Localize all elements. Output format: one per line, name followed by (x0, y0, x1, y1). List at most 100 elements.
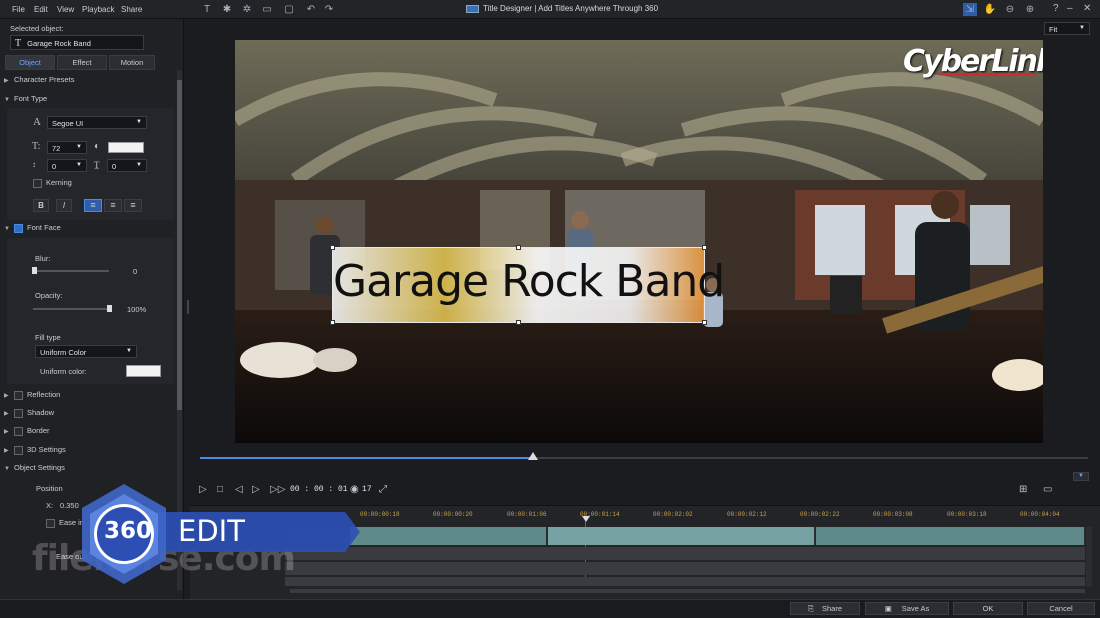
char-spacing-dropdown[interactable]: 0 ▼ (107, 159, 147, 172)
timeline-ruler[interactable]: 00:00:00:18 00:00:00:20 00:00:01:06 00:0… (285, 507, 1085, 519)
x-value: 0.350 (60, 501, 79, 510)
menu-playback[interactable]: Playback (82, 5, 114, 14)
timeline-hscroll[interactable] (290, 589, 1085, 593)
zoom-out-icon[interactable]: ⊖ (1003, 3, 1017, 16)
help-icon[interactable]: ? (1053, 3, 1059, 14)
panorama-scene (235, 40, 1043, 443)
insert-particle-icon[interactable]: ✱ (220, 3, 234, 16)
chevron-down-icon: ▼ (76, 144, 82, 150)
border-checkbox[interactable] (14, 426, 23, 436)
section-object-settings[interactable]: ▼ Object Settings (4, 460, 176, 476)
redo-icon[interactable]: ↷ (322, 3, 336, 16)
section-reflection[interactable]: ▶ Reflection (4, 387, 176, 403)
ok-button[interactable]: OK (953, 602, 1023, 615)
scrollbar-thumb[interactable] (177, 80, 182, 410)
insert-effect-icon[interactable]: ✲ (240, 3, 254, 16)
clip-segment-selected[interactable] (548, 527, 814, 545)
safe-zone-icon[interactable]: ▭ (1043, 484, 1052, 495)
blur-slider-handle[interactable] (32, 267, 37, 274)
fullscreen-icon[interactable]: ⤢ (379, 484, 387, 495)
title-text-object[interactable]: Garage Rock Band (330, 245, 725, 325)
section-character-presets[interactable]: ▶ Character Presets (4, 72, 176, 88)
menu-edit[interactable]: Edit (34, 5, 48, 14)
select-tool-icon[interactable]: ⇲ (963, 3, 977, 16)
font-size-dropdown[interactable]: 72 ▼ (47, 141, 87, 154)
kerning-row[interactable]: Kerning (33, 178, 72, 188)
resize-handle[interactable] (702, 320, 707, 325)
resize-handle[interactable] (330, 320, 335, 325)
fill-type-dropdown[interactable]: Uniform Color ▼ (35, 345, 137, 358)
section-shadow[interactable]: ▶ Shadow (4, 405, 176, 421)
bold-button[interactable]: B (33, 199, 49, 212)
chevron-down-icon: ▼ (1079, 25, 1085, 31)
section-border[interactable]: ▶ Border (4, 423, 176, 439)
section-font-type[interactable]: ▼ Font Type (4, 91, 176, 107)
play-icon[interactable]: ▷ (199, 484, 207, 495)
font-color-swatch[interactable] (108, 142, 144, 153)
tab-motion[interactable]: Motion (109, 55, 155, 70)
next-frame-icon[interactable]: ▷ (252, 484, 260, 495)
fast-forward-icon[interactable]: ▷▷ (270, 484, 285, 495)
video-preview[interactable]: CyberLink Garage Rock Band (235, 40, 1043, 443)
keyframe-track (285, 547, 1085, 560)
cancel-button[interactable]: Cancel (1027, 602, 1095, 615)
collapse-timeline-icon[interactable]: ▼ (1073, 472, 1089, 481)
minimize-icon[interactable]: – (1067, 3, 1073, 14)
selected-object-field[interactable]: T Garage Rock Band (10, 35, 144, 50)
kerning-checkbox[interactable] (33, 178, 42, 188)
font-face-checkbox[interactable] (14, 223, 23, 233)
menu-view[interactable]: View (57, 5, 74, 14)
playhead-marker[interactable] (582, 516, 590, 522)
font-name-dropdown[interactable]: Segoe UI ▼ (47, 116, 147, 129)
tab-object[interactable]: Object (5, 55, 55, 70)
tab-effect[interactable]: Effect (57, 55, 107, 70)
zoom-in-icon[interactable]: ⊕ (1023, 3, 1037, 16)
expand-arrow-icon: ▶ (4, 78, 9, 84)
ruler-tick: 00:00:03:08 (873, 511, 913, 518)
zoom-fit-dropdown[interactable]: Fit ▼ (1044, 22, 1090, 35)
resize-handle[interactable] (516, 320, 521, 325)
insert-image-icon[interactable]: ▭ (260, 3, 274, 16)
previous-frame-icon[interactable]: ◁ (235, 484, 243, 495)
resize-handle[interactable] (516, 245, 521, 250)
clip-segment[interactable] (350, 527, 546, 545)
scrub-handle[interactable] (528, 452, 538, 460)
close-icon[interactable]: ✕ (1083, 3, 1091, 14)
snapshot-icon[interactable]: ◉ (350, 484, 359, 495)
align-right-button[interactable]: ≡ (124, 199, 142, 212)
grid-icon[interactable]: ⊞ (1019, 484, 1027, 495)
ruler-tick: 00:00:02:22 (800, 511, 840, 518)
uniform-color-swatch[interactable] (126, 365, 161, 377)
align-center-button[interactable]: ≡ (104, 199, 122, 212)
menu-file[interactable]: File (12, 5, 25, 14)
line-spacing-dropdown[interactable]: 0 ▼ (47, 159, 87, 172)
undo-icon[interactable]: ↶ (304, 3, 318, 16)
share-button[interactable]: ⎘ Share (790, 602, 860, 615)
expand-arrow-icon: ▶ (4, 429, 9, 435)
timeline-scrollbar[interactable] (1086, 527, 1092, 587)
resize-handle[interactable] (702, 245, 707, 250)
shadow-checkbox[interactable] (14, 408, 23, 418)
stop-icon[interactable]: □ (217, 484, 223, 495)
save-as-button[interactable]: ▣ Save As (865, 602, 949, 615)
opacity-slider[interactable] (33, 308, 109, 310)
clip-segment[interactable] (816, 527, 1084, 545)
expand-arrow-icon: ▶ (4, 411, 9, 417)
opacity-slider-handle[interactable] (107, 305, 112, 312)
italic-button[interactable]: I (56, 199, 72, 212)
line-spacing-icon: ↕ (32, 160, 36, 169)
blur-slider[interactable] (33, 270, 109, 272)
section-3d-settings[interactable]: ▶ 3D Settings (4, 442, 176, 458)
align-left-button[interactable]: ≡ (84, 199, 102, 212)
resize-handle[interactable] (330, 245, 335, 250)
menu-share[interactable]: Share (121, 5, 142, 14)
insert-shape-icon[interactable]: ▢ (282, 3, 296, 16)
section-font-face[interactable]: ▼ Font Face (4, 220, 176, 236)
insert-title-icon[interactable]: T (200, 3, 214, 16)
hand-tool-icon[interactable]: ✋ (983, 3, 997, 16)
ease-in-checkbox[interactable] (46, 518, 55, 528)
share-icon: ⎘ (807, 604, 814, 613)
3d-settings-checkbox[interactable] (14, 445, 23, 455)
reflection-checkbox[interactable] (14, 390, 23, 400)
panel-splitter[interactable] (187, 300, 189, 314)
